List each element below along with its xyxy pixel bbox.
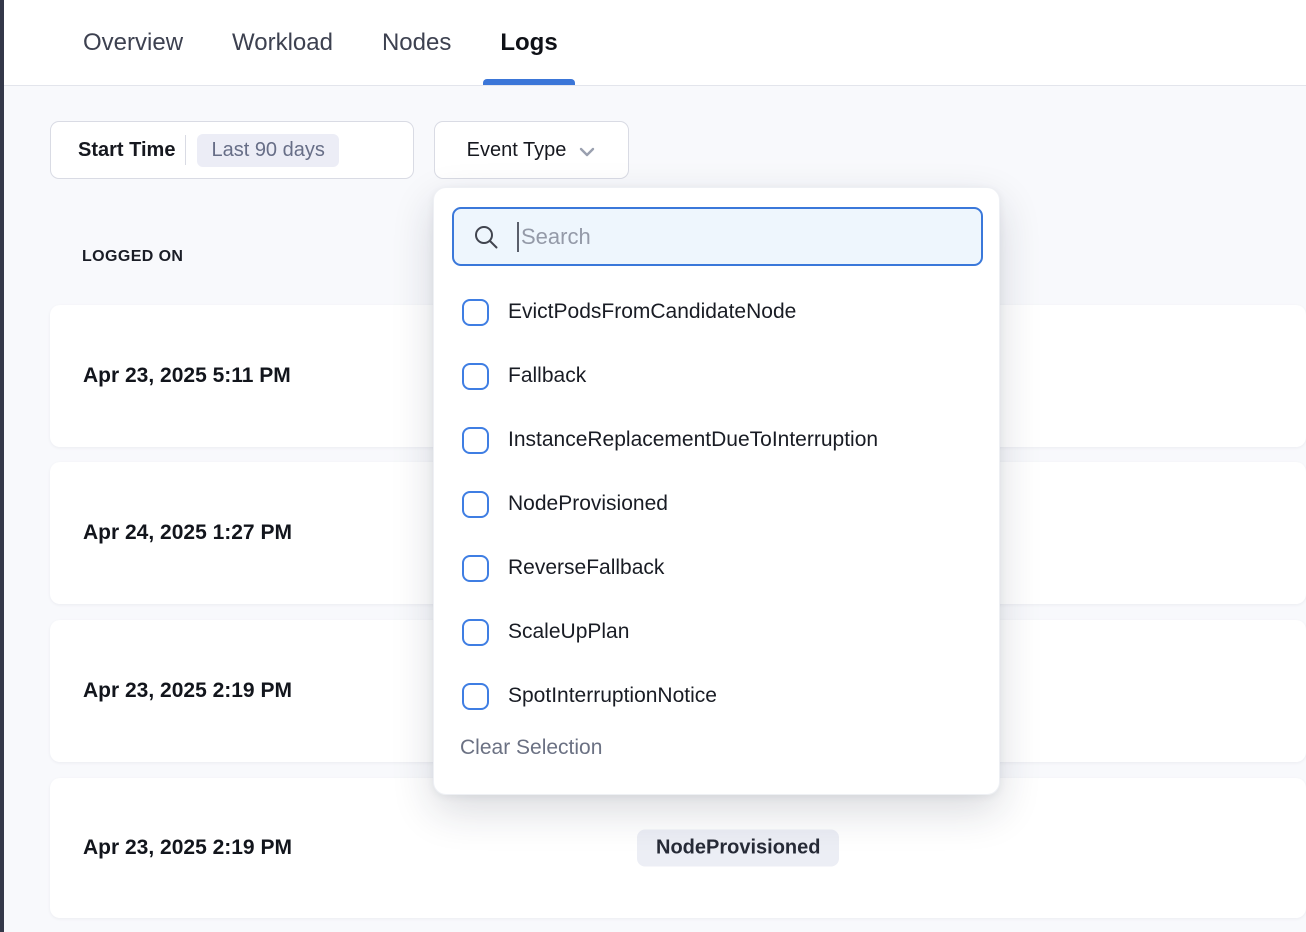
event-type-options: EvictPodsFromCandidateNode Fallback Inst… bbox=[434, 280, 999, 728]
option-label: ScaleUpPlan bbox=[508, 620, 629, 644]
option-nodeprovisioned[interactable]: NodeProvisioned bbox=[434, 472, 999, 536]
table-row[interactable]: Apr 23, 2025 2:19 PM NodeProvisioned bbox=[50, 778, 1306, 918]
option-label: NodeProvisioned bbox=[508, 492, 668, 516]
start-time-filter[interactable]: Start Time Last 90 days bbox=[50, 121, 414, 179]
column-header-logged-on: LOGGED ON bbox=[82, 248, 183, 266]
option-scaleupplan[interactable]: ScaleUpPlan bbox=[434, 600, 999, 664]
tab-overview[interactable]: Overview bbox=[66, 0, 200, 85]
event-type-dropdown: EvictPodsFromCandidateNode Fallback Inst… bbox=[433, 187, 1000, 795]
search-input[interactable] bbox=[452, 207, 983, 266]
dropdown-search bbox=[452, 207, 983, 266]
event-type-label: Event Type bbox=[467, 139, 567, 162]
logs-page: Overview Workload Nodes Logs Start Time … bbox=[0, 0, 1306, 932]
option-label: EvictPodsFromCandidateNode bbox=[508, 300, 796, 324]
tab-logs[interactable]: Logs bbox=[483, 0, 574, 85]
checkbox[interactable] bbox=[462, 619, 489, 646]
start-time-value: Last 90 days bbox=[197, 134, 338, 167]
option-label: SpotInterruptionNotice bbox=[508, 684, 717, 708]
clear-selection-button[interactable]: Clear Selection bbox=[460, 736, 602, 760]
filter-divider bbox=[185, 135, 186, 165]
logged-on-value: Apr 23, 2025 2:19 PM bbox=[83, 679, 292, 703]
event-type-badge: NodeProvisioned bbox=[637, 830, 839, 867]
logged-on-value: Apr 23, 2025 2:19 PM bbox=[83, 836, 292, 860]
option-label: Fallback bbox=[508, 364, 586, 388]
tab-bar: Overview Workload Nodes Logs bbox=[0, 0, 1306, 86]
logged-on-value: Apr 24, 2025 1:27 PM bbox=[83, 521, 292, 545]
logged-on-value: Apr 23, 2025 5:11 PM bbox=[83, 364, 291, 388]
chevron-down-icon bbox=[578, 143, 596, 161]
option-reversefallback[interactable]: ReverseFallback bbox=[434, 536, 999, 600]
option-label: ReverseFallback bbox=[508, 556, 664, 580]
tab-nodes[interactable]: Nodes bbox=[365, 0, 468, 85]
checkbox[interactable] bbox=[462, 555, 489, 582]
checkbox[interactable] bbox=[462, 683, 489, 710]
option-evictpodsfromcandidatenode[interactable]: EvictPodsFromCandidateNode bbox=[434, 280, 999, 344]
start-time-label: Start Time bbox=[78, 139, 175, 162]
sidebar-edge bbox=[0, 0, 4, 932]
option-instancereplacementduetointerruption[interactable]: InstanceReplacementDueToInterruption bbox=[434, 408, 999, 472]
option-spotinterruptionnotice[interactable]: SpotInterruptionNotice bbox=[434, 664, 999, 728]
option-fallback[interactable]: Fallback bbox=[434, 344, 999, 408]
logs-content: Start Time Last 90 days Event Type LOGGE… bbox=[0, 87, 1306, 932]
checkbox[interactable] bbox=[462, 299, 489, 326]
event-type-filter[interactable]: Event Type bbox=[434, 121, 629, 179]
checkbox[interactable] bbox=[462, 363, 489, 390]
option-label: InstanceReplacementDueToInterruption bbox=[508, 428, 878, 452]
tab-workload[interactable]: Workload bbox=[215, 0, 350, 85]
checkbox[interactable] bbox=[462, 491, 489, 518]
checkbox[interactable] bbox=[462, 427, 489, 454]
